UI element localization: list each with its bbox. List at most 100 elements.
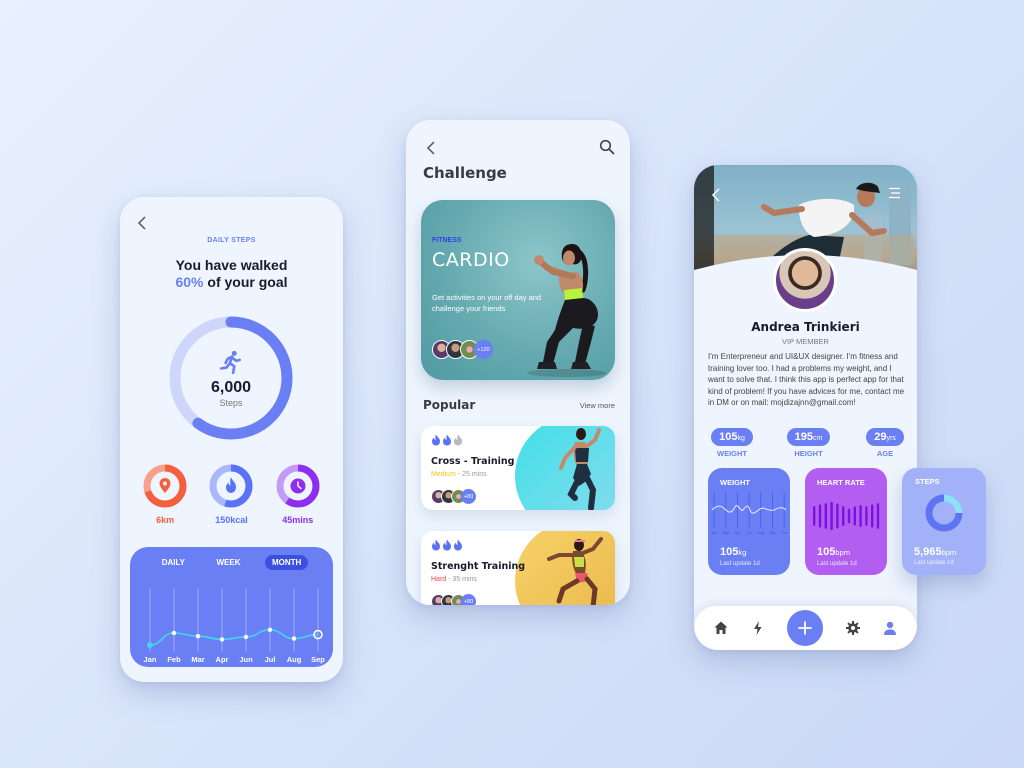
metric-value: 105: [719, 431, 738, 443]
x-tick-label: Feb: [167, 655, 181, 664]
profile-screen: Andrea Trinkieri VIP MEMBER I'm Enterpre…: [694, 165, 917, 650]
period-tabs: DAILY WEEK MONTH: [130, 555, 333, 570]
leaping-woman-image: [547, 537, 603, 605]
gear-icon[interactable]: [845, 620, 861, 636]
cardio-hero-card[interactable]: FITNESS CARDIO Get activities on your of…: [421, 200, 615, 380]
hamburger-menu-icon[interactable]: [888, 187, 901, 199]
add-button[interactable]: [787, 610, 824, 646]
metric-label: WEIGHT: [717, 449, 747, 458]
data-point: [243, 634, 249, 640]
month-label: Jul: [747, 531, 752, 535]
steps-value: 6,000: [210, 378, 252, 396]
headline-line2: 60% of your goal: [120, 274, 343, 291]
metric-height: 195cm HEIGHT: [783, 428, 835, 458]
month-label: Sep: [769, 531, 775, 535]
challenge-meta: Medium - 25 mins: [431, 471, 487, 478]
flame-icon: [226, 477, 237, 493]
tile-updated: Last update 1d: [914, 560, 954, 566]
duration-ring: [276, 464, 320, 508]
heart-rate-bar: [813, 506, 816, 526]
heart-rate-tile[interactable]: HEART RATE 105bpm Last update 1d: [805, 468, 887, 575]
unit: bpm: [941, 548, 957, 557]
difficulty-level: Hard: [431, 576, 447, 583]
value: 105: [720, 546, 739, 558]
metric-label: AGE: [876, 449, 894, 458]
running-icon: [219, 350, 241, 374]
profile-avatar[interactable]: [773, 248, 837, 312]
challenge-card-strength-training[interactable]: Strenght Training Hard - 35 mins +80: [421, 531, 615, 605]
tile-updated: Last update 1d: [720, 561, 760, 567]
difficulty-level: Medium: [431, 471, 456, 478]
headline-rest: of your goal: [207, 274, 288, 290]
x-tick-label: Apr: [216, 655, 229, 664]
section-label: DAILY STEPS: [207, 237, 256, 244]
distance-ring: [143, 464, 187, 508]
flame-icon: [432, 434, 440, 446]
more-participants-badge: +120: [474, 340, 493, 359]
location-pin-icon: [159, 478, 171, 493]
tab-month[interactable]: MONTH: [264, 555, 309, 570]
tile-updated: Last update 1d: [817, 561, 857, 567]
tile-title: HEART RATE: [817, 478, 865, 487]
home-icon[interactable]: [713, 620, 729, 636]
distance-value: 6km: [156, 515, 175, 525]
metric-value: 29: [874, 431, 887, 443]
calories-ring: [209, 464, 253, 508]
data-point: [147, 642, 153, 648]
challenge-card-cross-training[interactable]: Cross - Training Medium - 25 mins +80: [421, 426, 615, 510]
user-name: Andrea Trinkieri: [751, 320, 860, 334]
back-chevron-left-icon[interactable]: [135, 215, 149, 231]
x-tick-label: Aug: [287, 655, 302, 664]
difficulty-flames: [431, 434, 463, 446]
value: 5,965: [914, 546, 942, 558]
flame-icon: [443, 539, 451, 551]
steps-tile[interactable]: STEPS 5,965bpm Last update 1d: [902, 468, 986, 575]
stat-distance[interactable]: 6km: [135, 463, 195, 525]
more-participants-badge: +80: [461, 594, 476, 605]
tab-daily[interactable]: DAILY: [155, 555, 192, 570]
flame-icon: [454, 434, 462, 446]
duration-value: 45mins: [282, 515, 314, 525]
user-icon[interactable]: [882, 620, 898, 636]
weight-tile[interactable]: WEIGHT Apr May Jun Jul Aug Sep Oct 105kg Last …: [708, 468, 790, 575]
lightning-icon[interactable]: [750, 620, 766, 636]
back-chevron-left-icon[interactable]: [424, 140, 438, 156]
body-metrics: 105kg WEIGHT 195cm HEIGHT 29yrs AGE: [706, 428, 911, 458]
participant-avatars[interactable]: +80: [431, 594, 476, 605]
page-title: Challenge: [423, 164, 507, 182]
tile-value: 105bpm: [817, 546, 850, 558]
heart-rate-bar: [824, 503, 827, 529]
metric-label: HEIGHT: [794, 449, 823, 458]
heart-rate-bars: [813, 501, 880, 531]
month-label: Aug: [758, 531, 764, 535]
difficulty-flames: [431, 539, 463, 551]
data-point: [291, 636, 297, 641]
data-point: [219, 637, 225, 642]
participant-avatars[interactable]: +120: [432, 340, 493, 359]
heart-rate-bar: [842, 506, 845, 526]
plus-icon: [798, 621, 813, 635]
heart-rate-bar: [859, 505, 862, 527]
running-woman-image: [559, 428, 601, 510]
participant-avatars[interactable]: +80: [431, 489, 476, 504]
x-tick-label: Jul: [265, 655, 276, 664]
back-chevron-left-icon[interactable]: [710, 187, 722, 203]
stat-duration[interactable]: 45mins: [268, 463, 328, 525]
heart-rate-bar: [847, 508, 851, 524]
weight-mini-chart: Apr May Jun Jul Aug Sep Oct: [711, 492, 787, 535]
flame-icon: [443, 434, 451, 446]
challenge-name: Cross - Training: [431, 456, 515, 467]
membership-badge: VIP MEMBER: [782, 337, 829, 346]
steps-label: Steps: [219, 397, 243, 408]
metric-unit: kg: [737, 435, 745, 442]
data-point: [171, 630, 177, 636]
search-icon[interactable]: [599, 139, 615, 155]
goal-percent: 60%: [175, 274, 204, 290]
view-more-link[interactable]: View more: [580, 401, 615, 410]
x-tick-label: Jan: [144, 655, 157, 664]
data-point: [267, 627, 273, 632]
stat-calories[interactable]: 150kcal: [201, 463, 261, 525]
heart-rate-bar: [853, 506, 856, 526]
month-label: Apr: [711, 531, 717, 535]
tab-week[interactable]: WEEK: [209, 555, 247, 570]
